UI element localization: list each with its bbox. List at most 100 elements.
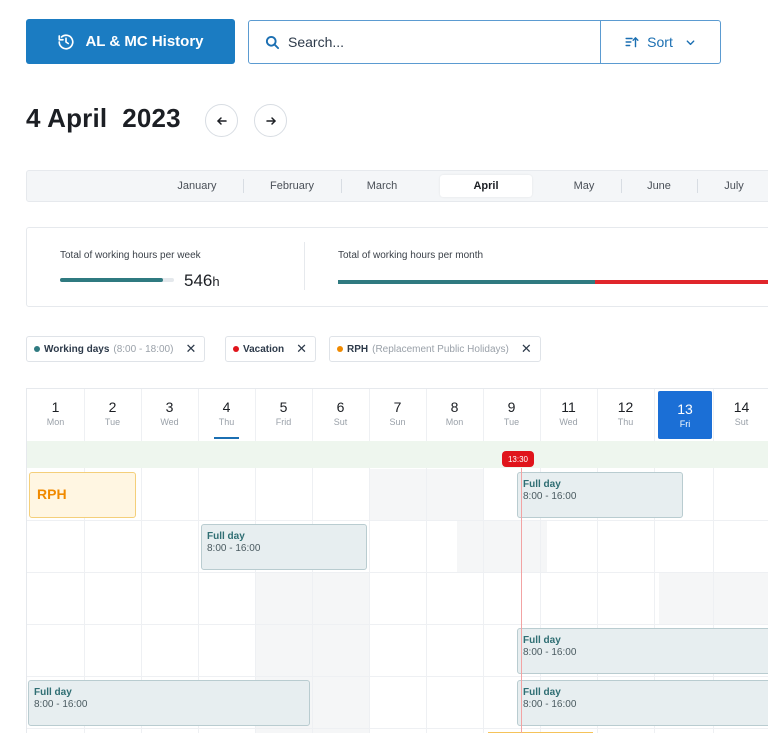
vacation-dot (233, 346, 239, 352)
close-icon[interactable]: ✕ (521, 341, 532, 357)
day-number: 11 (561, 399, 576, 415)
search-box: Sort (248, 20, 721, 64)
month-tabs: January February March April May June Ju… (26, 170, 768, 202)
calendar-grid: 1 Mon 2 Tue 3 Wed 4 Thu 5 Frid 6 Sut 7 Sun 8 Mon… (26, 388, 768, 733)
day-header-11[interactable]: 11 Wed (540, 389, 597, 441)
day-header-5[interactable]: 5 Frid (255, 389, 312, 441)
day-of-week: Sut (333, 417, 348, 427)
day-header-7[interactable]: 7 Sun (369, 389, 426, 441)
day-number: 8 (450, 399, 459, 415)
grid-line (426, 468, 427, 733)
day-number: 1 (51, 399, 60, 415)
tab-may[interactable]: May (552, 175, 616, 197)
week-hours-number: 546 (184, 271, 213, 290)
tab-march[interactable]: March (342, 175, 422, 197)
day-of-week: Tue (104, 417, 121, 427)
legend-label: RPH (347, 343, 369, 355)
day-header-6[interactable]: 6 Sut (312, 389, 369, 441)
day-number: 3 (165, 399, 174, 415)
current-time-badge: 13:30 (502, 451, 534, 467)
week-hours-progress-fill (60, 278, 163, 282)
day-of-week: Mon (445, 417, 464, 427)
arrow-left-icon (216, 116, 227, 125)
tab-january[interactable]: January (157, 175, 237, 197)
day-header-3[interactable]: 3 Wed (141, 389, 198, 441)
day-of-week: Wed (559, 417, 578, 427)
search-field-wrap (249, 21, 600, 63)
current-day-indicator (214, 437, 239, 439)
day-header-12[interactable]: 12 Thu (597, 389, 654, 441)
full-day-event[interactable]: Full day 8:00 - 16:00 (517, 628, 768, 674)
shaded-cell (457, 521, 547, 572)
day-number: 2 (108, 399, 117, 415)
tab-february[interactable]: February (252, 175, 332, 197)
history-icon (58, 33, 75, 50)
day-header-8[interactable]: 8 Mon (426, 389, 483, 441)
event-title: Full day (523, 479, 561, 490)
week-hours-label: Total of working hours per week (60, 250, 201, 261)
full-day-event[interactable]: Full day 8:00 - 16:00 (201, 524, 367, 570)
full-day-event[interactable]: Full day 8:00 - 16:00 (28, 680, 310, 726)
tab-april[interactable]: April (440, 175, 532, 197)
close-icon[interactable]: ✕ (296, 341, 307, 357)
day-number: 9 (507, 399, 516, 415)
close-icon[interactable]: ✕ (185, 341, 196, 357)
month-divider (621, 179, 622, 193)
day-header-4[interactable]: 4 Thu (198, 389, 255, 441)
tab-july[interactable]: July (702, 175, 766, 197)
day-header-9[interactable]: 9 Tue (483, 389, 540, 441)
day-number: 4 (222, 399, 231, 415)
day-of-week: Sut (734, 417, 749, 427)
grid-line (369, 468, 370, 733)
event-title: Full day (523, 635, 561, 646)
day-header-2[interactable]: 2 Tue (84, 389, 141, 441)
day-divider (597, 389, 598, 441)
day-divider (141, 389, 142, 441)
event-time: 8:00 - 16:00 (207, 543, 261, 554)
working-days-dot (34, 346, 40, 352)
grid-line (27, 572, 768, 573)
tab-june[interactable]: June (627, 175, 691, 197)
chevron-down-icon (686, 39, 695, 45)
month-hours-remaining-segment (594, 280, 768, 284)
stats-divider (304, 242, 305, 290)
day-divider (540, 389, 541, 441)
search-icon (265, 35, 280, 49)
full-day-event[interactable]: Full day 8:00 - 16:00 (517, 472, 683, 518)
sort-button[interactable]: Sort (600, 21, 720, 63)
day-header-13-selected[interactable]: 13 Fri (658, 391, 712, 439)
legend-chip-rph[interactable]: RPH (Replacement Public Holidays) ✕ (329, 336, 541, 362)
al-mc-history-button[interactable]: AL & MC History (26, 19, 235, 64)
legend-chip-vacation[interactable]: Vacation ✕ (225, 336, 317, 362)
week-hours-unit: h (212, 274, 220, 289)
grid-line (27, 624, 768, 625)
day-number: 14 (733, 399, 750, 415)
legend-detail: (8:00 - 18:00) (113, 343, 174, 355)
day-divider (654, 389, 655, 441)
event-time: 8:00 - 16:00 (523, 647, 577, 658)
day-of-week: Frid (275, 417, 292, 427)
grid-line (27, 676, 768, 677)
next-date-button[interactable] (254, 104, 287, 137)
legend-chip-working-days[interactable]: Working days (8:00 - 18:00) ✕ (26, 336, 206, 362)
previous-date-button[interactable] (205, 104, 238, 137)
month-hours-label: Total of working hours per month (338, 250, 484, 261)
day-divider (713, 389, 714, 441)
full-day-event[interactable]: Full day 8:00 - 16:00 (517, 680, 768, 726)
month-divider (697, 179, 698, 193)
search-input[interactable] (288, 34, 568, 50)
day-of-week: Sun (389, 417, 406, 427)
day-divider (426, 389, 427, 441)
day-of-week: Wed (160, 417, 179, 427)
all-day-strip (27, 441, 768, 468)
day-header-1[interactable]: 1 Mon (27, 389, 84, 441)
event-time: 8:00 - 16:00 (34, 699, 88, 710)
day-number: 5 (279, 399, 288, 415)
day-of-week: Fri (679, 419, 691, 429)
day-header-14[interactable]: 14 Sut (713, 389, 768, 441)
rph-event[interactable]: RPH (29, 472, 136, 518)
sort-icon (625, 37, 639, 48)
day-of-week: Mon (46, 417, 65, 427)
day-divider (312, 389, 313, 441)
rph-event-label: RPH (37, 486, 67, 502)
